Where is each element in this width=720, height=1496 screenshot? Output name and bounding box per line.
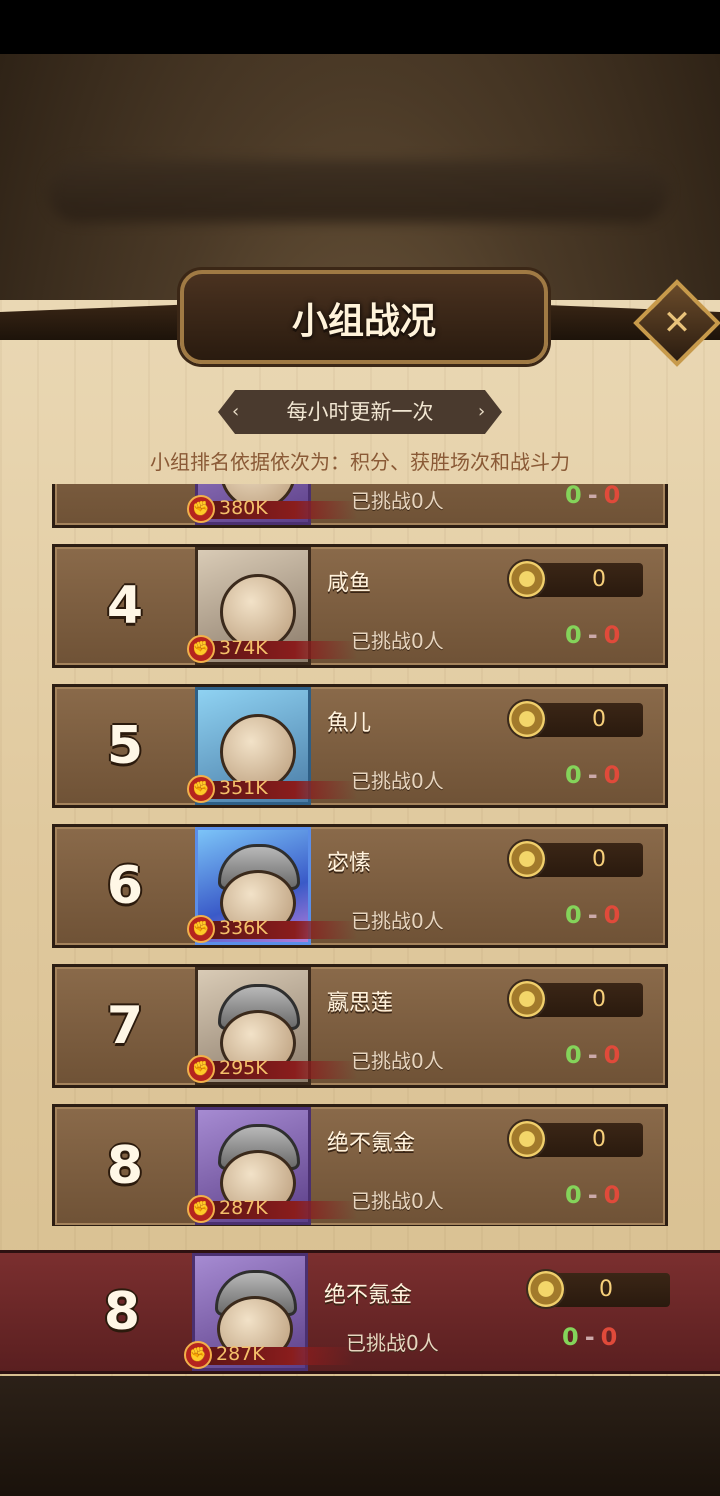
- close-icon[interactable]: ✕: [646, 292, 708, 354]
- wins: 0: [565, 1181, 582, 1209]
- title-plate: 小组战况: [180, 270, 548, 364]
- rank-number: 8: [106, 1136, 144, 1196]
- challenged-count: 已挑战0人: [351, 629, 444, 653]
- challenged-count: 已挑战0人: [351, 1189, 444, 1213]
- score-value: 0: [592, 707, 606, 732]
- medal-icon: [507, 1119, 547, 1159]
- score-value: 0: [592, 987, 606, 1012]
- medal-icon: [507, 839, 547, 879]
- rank-number: 6: [106, 856, 144, 916]
- power-value: 351K: [219, 777, 268, 799]
- power-badge: ✊ 287K: [184, 1341, 354, 1369]
- power-badge: ✊ 380K: [187, 495, 357, 523]
- chevron-right-icon: ›: [478, 401, 486, 422]
- losses: 0: [603, 621, 621, 649]
- player-name: 绝不氪金: [327, 1131, 416, 1156]
- win-loss-record: 0-0: [565, 1041, 621, 1069]
- rank-number: [55, 484, 195, 525]
- self-rank-row[interactable]: 8 ✊ 287K 绝不氪金 0 已挑战0人 0-0: [0, 1250, 720, 1374]
- fist-icon: ✊: [184, 1341, 212, 1369]
- power-badge: ✊ 295K: [187, 1055, 357, 1083]
- wins: 0: [565, 621, 582, 649]
- rank-number: 5: [106, 716, 144, 776]
- player-name: 咸鱼: [327, 571, 372, 596]
- win-loss-record: 0-0: [565, 621, 621, 649]
- win-loss-record: 0-0: [565, 761, 621, 789]
- win-loss-record: 0-0: [562, 1323, 618, 1351]
- ranking-rule-text: 小组排名依据依次为：积分、获胜场次和战斗力: [150, 450, 570, 474]
- wins: 0: [565, 484, 582, 509]
- score-value: 0: [592, 847, 606, 872]
- power-badge: ✊ 336K: [187, 915, 357, 943]
- wins: 0: [565, 901, 582, 929]
- player-name: 宓愫: [327, 851, 372, 876]
- losses: 0: [603, 484, 621, 509]
- challenged-count: 已挑战0人: [351, 1049, 444, 1073]
- medal-icon: [526, 1269, 566, 1309]
- list-item[interactable]: 8 ✊ 287K 绝不氪金 0 已挑战0人 0-0: [52, 1104, 668, 1226]
- challenged-count: 已挑战0人: [351, 489, 444, 513]
- list-item[interactable]: ✊ 380K 已挑战0人 0-0: [52, 484, 668, 528]
- losses: 0: [603, 1181, 621, 1209]
- power-badge: ✊ 287K: [187, 1195, 357, 1223]
- status-bar: [0, 0, 720, 54]
- title-banner: 小组战况: [0, 262, 720, 364]
- win-loss-record: 0-0: [565, 484, 620, 509]
- fist-icon: ✊: [187, 635, 215, 663]
- wins: 0: [565, 1041, 582, 1069]
- losses: 0: [603, 901, 621, 929]
- ranking-list[interactable]: ✊ 380K 已挑战0人 0-0 4 ✊ 374K 咸鱼 0 已挑战0人 0-0…: [0, 484, 720, 1226]
- bottom-area: [0, 1376, 720, 1496]
- fist-icon: ✊: [187, 495, 215, 523]
- power-value: 287K: [219, 1197, 268, 1219]
- power-value: 295K: [219, 1057, 268, 1079]
- fist-icon: ✊: [187, 915, 215, 943]
- update-notice-text: 每小时更新一次: [286, 400, 434, 424]
- score-value: 0: [592, 1127, 606, 1152]
- score-value: 0: [592, 567, 606, 592]
- losses: 0: [603, 761, 621, 789]
- challenged-count: 已挑战0人: [351, 769, 444, 793]
- page-title: 小组战况: [291, 301, 436, 342]
- losses: 0: [603, 1041, 621, 1069]
- player-name: 嬴思莲: [327, 991, 394, 1016]
- list-item[interactable]: 6 ✊ 336K 宓愫 0 已挑战0人 0-0: [52, 824, 668, 948]
- win-loss-record: 0-0: [565, 1181, 621, 1209]
- fist-icon: ✊: [187, 1195, 215, 1223]
- score-value: 0: [599, 1277, 613, 1302]
- rank-number: 8: [103, 1282, 141, 1342]
- power-value: 287K: [216, 1343, 265, 1365]
- win-loss-record: 0-0: [565, 901, 621, 929]
- losses: 0: [600, 1323, 618, 1351]
- fist-icon: ✊: [187, 775, 215, 803]
- medal-icon: [507, 979, 547, 1019]
- medal-icon: [507, 699, 547, 739]
- fist-icon: ✊: [187, 1055, 215, 1083]
- list-item[interactable]: 7 ✊ 295K 嬴思莲 0 已挑战0人 0-0: [52, 964, 668, 1088]
- power-value: 336K: [219, 917, 268, 939]
- blurred-background-bar: [48, 160, 668, 222]
- list-item[interactable]: 5 ✊ 351K 魚儿 0 已挑战0人 0-0: [52, 684, 668, 808]
- player-name: 绝不氪金: [324, 1283, 413, 1308]
- rank-number: 7: [106, 996, 144, 1056]
- power-value: 380K: [219, 497, 268, 519]
- challenged-count: 已挑战0人: [351, 909, 444, 933]
- power-badge: ✊ 374K: [187, 635, 357, 663]
- power-value: 374K: [219, 637, 268, 659]
- wins: 0: [565, 761, 582, 789]
- list-item[interactable]: 4 ✊ 374K 咸鱼 0 已挑战0人 0-0: [52, 544, 668, 668]
- medal-icon: [507, 559, 547, 599]
- wins: 0: [562, 1323, 579, 1351]
- rank-number: 4: [106, 576, 144, 636]
- power-badge: ✊ 351K: [187, 775, 357, 803]
- player-name: 魚儿: [327, 711, 372, 736]
- challenged-count: 已挑战0人: [346, 1331, 439, 1355]
